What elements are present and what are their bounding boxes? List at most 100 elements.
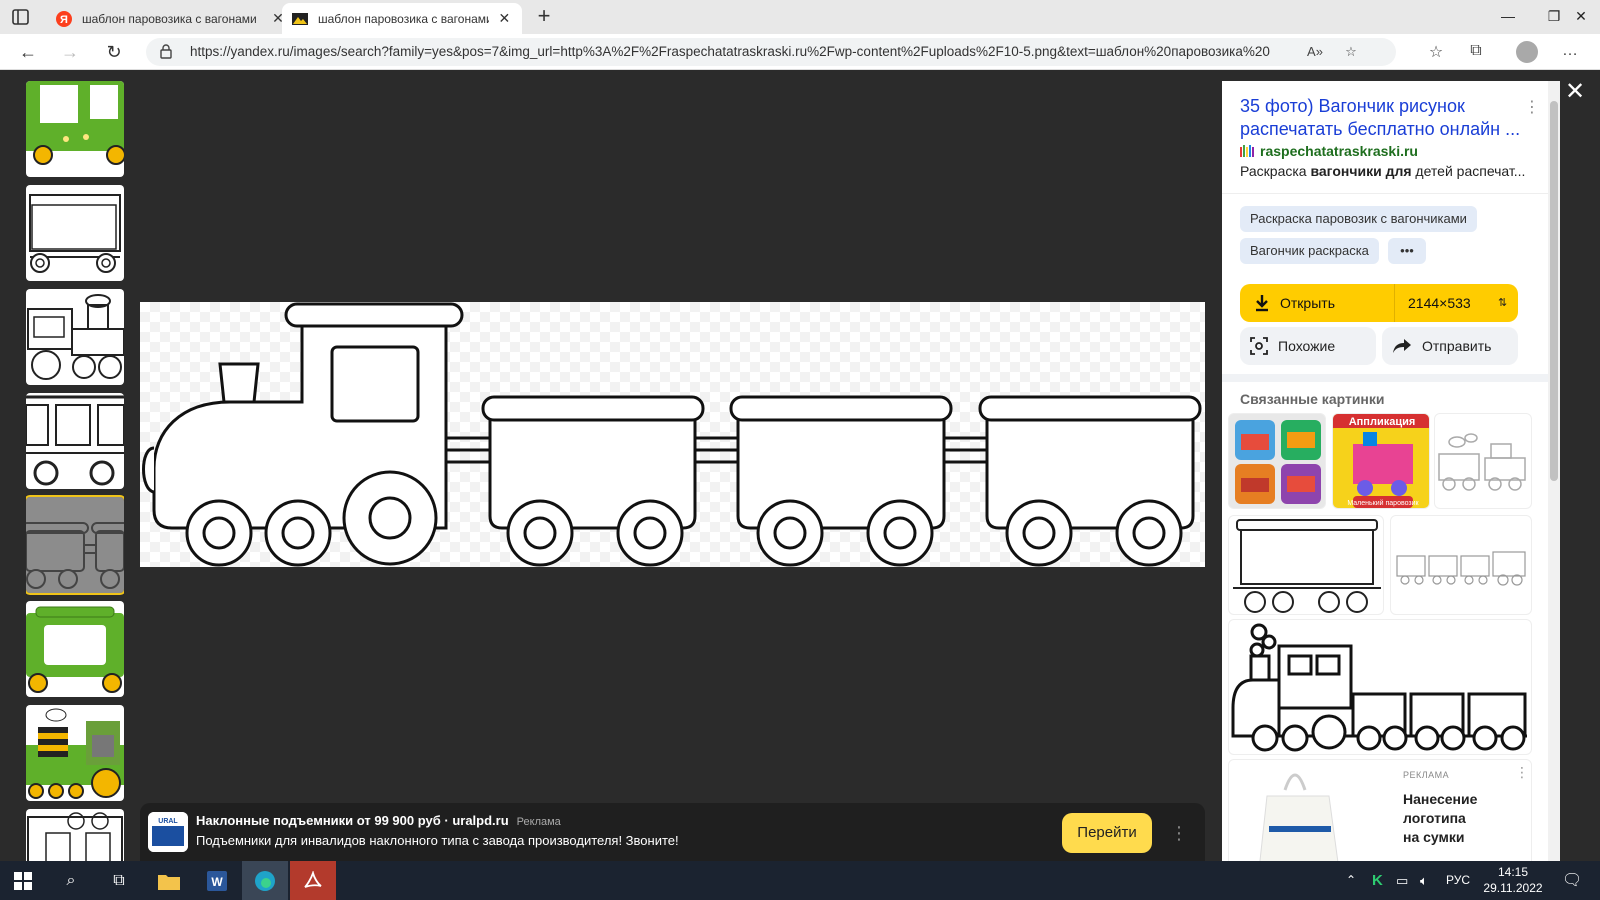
download-icon [1256,295,1268,312]
profile-avatar[interactable] [1516,41,1538,63]
share-icon [1393,339,1411,353]
related-image-applique[interactable]: Аппликация Маленький паровозик [1332,413,1430,509]
ad-title[interactable]: Наклонные подъемники от 99 900 руб · ura… [196,813,561,828]
divider [1222,193,1548,194]
open-label: Открыть [1280,295,1335,311]
thumbnail-green-wagon-2[interactable] [26,601,124,697]
source-description: Раскраска вагончики для детей распечат..… [1240,163,1526,179]
network-icon[interactable]: ▭ [1396,861,1408,900]
related-image-outline-wagon[interactable] [1228,515,1384,615]
read-aloud-icon[interactable]: A» [1306,44,1324,60]
close-tab-icon[interactable]: ✕ [497,10,512,27]
notifications-icon[interactable]: 🗨︎ [1562,861,1582,900]
lock-icon[interactable] [160,44,172,59]
collections-icon[interactable]: ⧉ [1466,42,1486,62]
tab-yandex-2[interactable]: шаблон паровозика с вагонами ✕ [282,3,522,34]
language-indicator[interactable]: РУС [1446,861,1470,900]
edge-icon[interactable] [242,861,288,900]
svg-text:URAL: URAL [158,818,178,825]
train-template-drawing [142,302,1202,567]
source-title[interactable]: 35 фото) Вагончик рисунок распечатать бе… [1240,95,1526,141]
scrollbar-thumb[interactable] [1550,101,1558,481]
clock[interactable]: 14:15 29.11.2022 [1478,864,1548,896]
ad-card-badge: РЕКЛАМА [1403,770,1450,780]
thumbnail-current[interactable] [26,495,124,595]
add-favorite-icon[interactable]: ☆ [1342,44,1360,60]
tab-title: шаблон паровозика с вагонами [82,11,257,26]
panel-more-icon[interactable]: ⋮ [1524,97,1540,117]
address-bar[interactable]: https://yandex.ru/images/search?family=y… [146,38,1396,66]
tab-yandex-1[interactable]: Я шаблон паровозика с вагонами ✕ [46,3,296,34]
thumbnail-outline-windows-wagon[interactable] [26,393,124,489]
close-viewer-icon[interactable]: ✕ [1560,78,1590,108]
section-gap [1222,374,1548,382]
main-image[interactable] [140,302,1205,567]
ad-go-button[interactable]: Перейти [1062,813,1152,853]
send-button[interactable]: Отправить [1382,327,1518,365]
svg-text:W: W [211,875,223,889]
back-icon[interactable]: ← [14,40,42,64]
similar-label: Похожие [1278,338,1336,354]
tray-expand-icon[interactable]: ⌃ [1346,861,1356,900]
size-sort-icon[interactable]: ⇅ [1498,284,1507,322]
ad-banner[interactable]: URAL Наклонные подъемники от 99 900 руб … [140,803,1205,861]
favorites-icon[interactable]: ☆ [1426,42,1446,62]
new-tab-button[interactable]: + [530,4,558,30]
related-image-small-train[interactable] [1390,515,1532,615]
button-divider [1394,284,1395,322]
acrobat-icon[interactable] [290,861,336,900]
thumbnail-strip [26,81,124,861]
thumbnail-green-locomotive[interactable] [26,705,124,801]
related-image-sketch-train[interactable] [1434,413,1532,509]
minimize-icon[interactable]: — [1485,0,1531,34]
url-text[interactable]: https://yandex.ru/images/search?family=y… [190,44,1270,59]
ad-logo: URAL [148,812,188,852]
send-label: Отправить [1422,338,1492,354]
browser-toolbar: ← → ↻ https://yandex.ru/images/search?fa… [0,34,1600,70]
image-favicon-icon [292,12,308,25]
source-site[interactable]: raspechatatraskraski.ru [1240,143,1418,159]
word-icon[interactable]: W [194,861,240,900]
svg-text:Маленький паровозик: Маленький паровозик [1347,499,1419,507]
image-info-panel: 35 фото) Вагончик рисунок распечатать бе… [1222,81,1548,861]
windows-taskbar: ⌕ ⧉ W ⌃ K ▭ 🔈︎ РУС 14:15 29.11.2022 🗨︎ [0,861,1600,900]
start-icon[interactable] [0,861,46,900]
thumbnail-outline-wagon[interactable] [26,185,124,281]
ad-tag: Реклама [516,816,561,828]
related-image-big-train[interactable] [1228,619,1532,755]
task-view-icon[interactable]: ⧉ [96,861,142,900]
svg-text:Я: Я [60,14,68,26]
panel-scrollbar[interactable] [1548,81,1560,861]
size-selector[interactable]: 2144×533 [1408,284,1471,322]
more-menu-icon[interactable]: … [1560,42,1580,62]
site-favicon-icon [1240,145,1254,157]
kaspersky-tray-icon[interactable]: K [1372,861,1383,900]
chip-more-button[interactable]: ••• [1388,238,1426,264]
refresh-icon[interactable]: ↻ [100,40,128,64]
ad-text: Подъемники для инвалидов наклонного типа… [196,833,679,848]
ad-card-more-icon[interactable]: ⋮ [1515,764,1529,781]
close-window-icon[interactable]: ✕ [1562,0,1600,34]
yandex-favicon-icon: Я [56,10,72,27]
search-icon[interactable]: ⌕ [48,861,94,900]
tab-title: шаблон паровозика с вагонами [318,11,489,26]
chip-tag-2[interactable]: Вагончик раскраска [1240,238,1379,264]
thumbnail-outline-flowers[interactable] [26,809,124,861]
ad-card-text: Нанесение логотипа на сумки [1403,791,1478,845]
forward-icon[interactable]: → [56,40,84,64]
similar-icon [1250,337,1268,355]
ad-more-icon[interactable]: ⋮ [1160,813,1198,853]
similar-button[interactable]: Похожие [1240,327,1376,365]
thumbnail-green-wagon-1[interactable] [26,81,124,177]
tote-bag-image [1259,773,1339,861]
open-image-button[interactable]: Открыть 2144×533 ⇅ [1240,284,1518,322]
chip-tag-1[interactable]: Раскраска паровозик с вагончиками [1240,206,1477,232]
volume-icon[interactable]: 🔈︎ [1420,861,1428,900]
thumbnail-outline-locomotive[interactable] [26,289,124,385]
tab-strip: Я шаблон паровозика с вагонами ✕ шаблон … [0,0,1600,34]
file-explorer-icon[interactable] [146,861,192,900]
tab-actions-icon[interactable] [10,7,32,27]
related-image-vehicles[interactable] [1228,413,1326,509]
svg-text:Аппликация: Аппликация [1349,416,1416,428]
related-ad-card[interactable]: РЕКЛАМА ⋮ Нанесение логотипа на сумки [1228,759,1532,861]
